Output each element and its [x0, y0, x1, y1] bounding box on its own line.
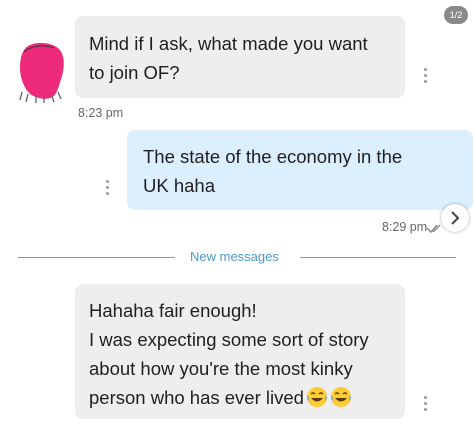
message-text-line: to join OF? [89, 62, 180, 83]
message-text-line: UK haha [143, 175, 215, 196]
page-indicator-badge: 1/2 [444, 6, 468, 24]
face-with-tears-of-joy-icon [306, 387, 327, 407]
new-messages-divider-label: New messages [190, 249, 279, 264]
message-text: person who has ever lived [89, 387, 304, 408]
avatar[interactable] [14, 42, 68, 104]
message-timestamp: 8:29 pm [382, 220, 428, 234]
message-text-line: about how you're the most kinky [89, 358, 353, 379]
message-text-line: I was expecting some sort of story [89, 329, 369, 350]
incoming-message-bubble[interactable]: Hahaha fair enough! I was expecting some… [75, 284, 405, 419]
chevron-right-icon [451, 211, 460, 225]
message-text-line: The state of the economy in the [143, 146, 403, 167]
message-timestamp: 8:23 pm [78, 106, 124, 120]
message-text-line: Hahaha fair enough! [89, 300, 257, 321]
message-text-line: Mind if I ask, what made you want [89, 33, 368, 54]
more-options-icon[interactable] [421, 68, 429, 88]
divider-line [18, 257, 175, 258]
scroll-next-button[interactable] [441, 204, 469, 232]
message-text-line: person who has ever lived [89, 383, 391, 412]
outgoing-message-bubble[interactable]: The state of the economy in the UK haha [127, 130, 473, 210]
face-with-tears-of-joy-icon [330, 387, 351, 407]
more-options-icon[interactable] [103, 180, 111, 200]
more-options-icon[interactable] [421, 396, 429, 416]
divider-line [300, 257, 456, 258]
incoming-message-bubble[interactable]: Mind if I ask, what made you want to joi… [75, 16, 405, 98]
